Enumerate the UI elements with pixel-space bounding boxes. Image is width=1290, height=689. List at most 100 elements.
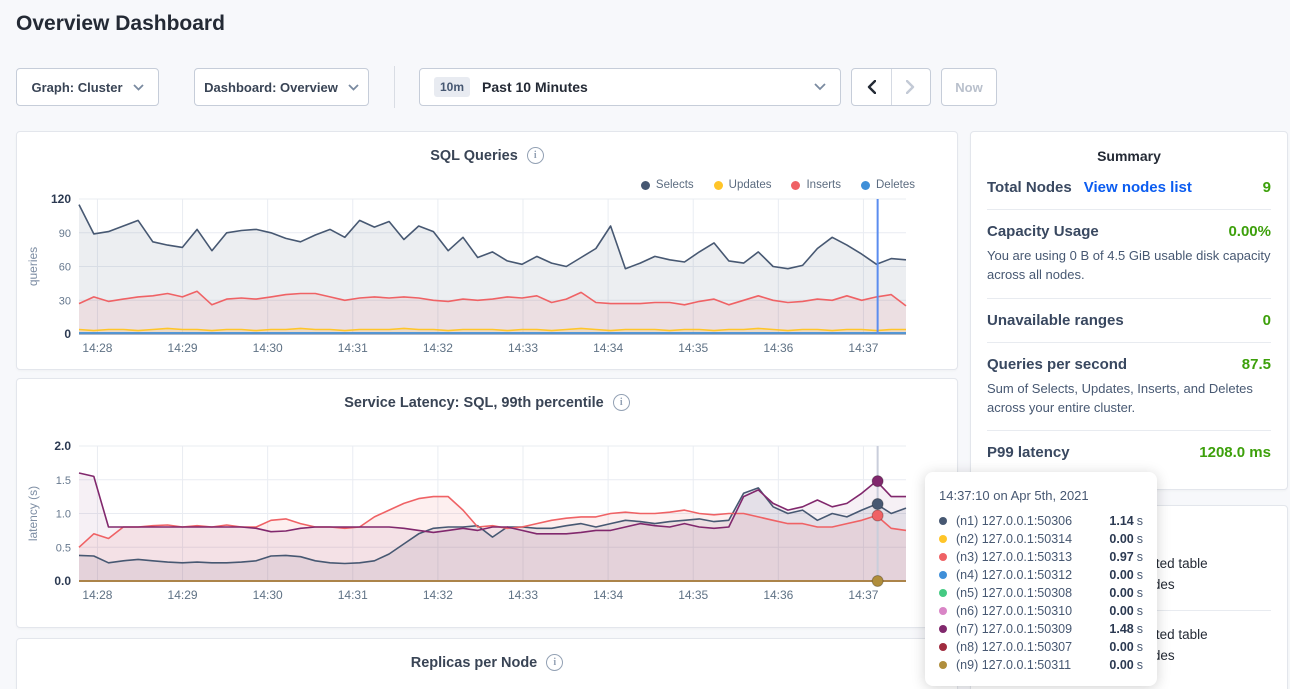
sql-queries-chart[interactable]: 030609012014:2814:2914:3014:3114:3214:33…: [23, 190, 953, 363]
svg-text:14:33: 14:33: [508, 588, 538, 602]
series-dot-icon: [939, 661, 947, 669]
svg-text:14:34: 14:34: [593, 341, 623, 355]
sql-queries-panel: SQL Queries i SelectsUpdatesInsertsDelet…: [16, 131, 958, 370]
tooltip-unit: s: [1137, 640, 1143, 654]
chart-svg: 030609012014:2814:2914:3014:3114:3214:33…: [23, 190, 953, 358]
summary-label: Total Nodes: [987, 179, 1072, 196]
legend-dot-icon: [861, 181, 870, 190]
info-icon[interactable]: i: [527, 147, 544, 164]
summary-panel: Summary Total Nodes View nodes list 9 Capac…: [970, 131, 1288, 490]
tooltip-unit: s: [1137, 586, 1143, 600]
summary-label: P99 latency: [987, 444, 1070, 461]
graph-dropdown[interactable]: Graph: Cluster: [16, 68, 159, 106]
service-latency-chart[interactable]: 0.00.51.01.52.014:2814:2914:3014:3114:32…: [23, 437, 953, 610]
tooltip-value: 0.97: [1109, 550, 1133, 564]
chart-title-row: Replicas per Node i: [17, 654, 957, 671]
tooltip-value: 0.00: [1109, 640, 1133, 654]
tooltip-unit: s: [1137, 550, 1143, 564]
summary-row: Capacity Usage 0.00% You are using 0 B of …: [987, 210, 1271, 299]
series-dot-icon: [939, 607, 947, 615]
series-dot-icon: [939, 553, 947, 561]
svg-text:14:31: 14:31: [338, 341, 368, 355]
service-latency-title: Service Latency: SQL, 99th percentile: [344, 395, 604, 411]
summary-value: 0: [1263, 312, 1271, 329]
tooltip-value: 1.14: [1109, 514, 1133, 528]
time-back-button[interactable]: [852, 69, 892, 105]
chevron-left-icon: [867, 80, 876, 94]
svg-text:0.0: 0.0: [54, 574, 71, 588]
summary-row: Total Nodes View nodes list 9: [987, 166, 1271, 210]
info-icon[interactable]: i: [613, 394, 630, 411]
svg-text:14:36: 14:36: [763, 588, 793, 602]
series-dot-icon: [939, 625, 947, 633]
now-button-label: Now: [955, 80, 982, 95]
chart-svg: 0.00.51.01.52.014:2814:2914:3014:3114:32…: [23, 437, 953, 605]
tooltip-node-label: (n2) 127.0.0.1:50314: [956, 532, 1109, 546]
info-icon[interactable]: i: [546, 654, 563, 671]
summary-value: 9: [1263, 179, 1271, 196]
dashboard-dropdown[interactable]: Dashboard: Overview: [194, 68, 369, 106]
chevron-down-icon: [814, 83, 826, 91]
svg-text:latency (s): latency (s): [26, 486, 40, 541]
tooltip-row: (n5) 127.0.0.1:503080.00s: [939, 584, 1143, 602]
svg-text:queries: queries: [26, 247, 40, 286]
svg-text:90: 90: [59, 228, 71, 240]
svg-text:14:36: 14:36: [763, 341, 793, 355]
tooltip-node-label: (n6) 127.0.0.1:50310: [956, 604, 1109, 618]
summary-label: Unavailable ranges: [987, 312, 1124, 329]
summary-value: 0.00%: [1228, 223, 1271, 240]
replicas-per-node-title: Replicas per Node: [411, 655, 538, 671]
series-dot-icon: [939, 643, 947, 651]
now-button[interactable]: Now: [941, 68, 997, 106]
svg-text:2.0: 2.0: [54, 439, 71, 453]
svg-text:1.5: 1.5: [56, 475, 71, 487]
time-forward-button[interactable]: [892, 69, 930, 105]
tooltip-value: 0.00: [1109, 604, 1133, 618]
tooltip-row: (n8) 127.0.0.1:503070.00 s: [939, 638, 1143, 656]
tooltip-row: (n4) 127.0.0.1:503120.00s: [939, 566, 1143, 584]
dashboard-dropdown-label: Dashboard: Overview: [204, 80, 338, 95]
tooltip-row: (n7) 127.0.0.1:503091.48s: [939, 620, 1143, 638]
svg-text:30: 30: [59, 295, 71, 307]
legend-dot-icon: [714, 181, 723, 190]
tooltip-unit: s: [1137, 532, 1143, 546]
summary-description: Sum of Selects, Updates, Inserts, and De…: [987, 380, 1271, 418]
svg-text:14:35: 14:35: [678, 341, 708, 355]
summary-value: 1208.0 ms: [1199, 444, 1271, 461]
view-nodes-list-link[interactable]: View nodes list: [1084, 179, 1192, 196]
svg-text:14:32: 14:32: [423, 588, 453, 602]
chevron-right-icon: [906, 80, 915, 94]
summary-description: You are using 0 B of 4.5 GiB usable disk…: [987, 247, 1271, 285]
tooltip-node-label: (n4) 127.0.0.1:50312: [956, 568, 1109, 582]
summary-heading: Summary: [987, 148, 1271, 164]
chart-title-row: SQL Queries i: [17, 147, 957, 164]
time-nav-group: [851, 68, 931, 106]
tooltip-node-label: (n9) 127.0.0.1:50311: [956, 658, 1109, 672]
summary-label: Queries per second: [987, 356, 1127, 373]
svg-text:120: 120: [51, 192, 71, 206]
tooltip-value: 0.00: [1109, 532, 1133, 546]
tooltip-value: 0.00: [1109, 568, 1133, 582]
svg-text:14:30: 14:30: [253, 341, 283, 355]
tooltip-unit: s: [1137, 514, 1143, 528]
summary-label: Capacity Usage: [987, 223, 1099, 240]
svg-text:14:31: 14:31: [338, 588, 368, 602]
tooltip-node-label: (n1) 127.0.0.1:50306: [956, 514, 1109, 528]
tooltip-value: 0.00: [1109, 658, 1133, 672]
svg-text:14:37: 14:37: [848, 341, 878, 355]
service-latency-panel: Service Latency: SQL, 99th percentile i …: [16, 378, 958, 628]
sql-queries-title: SQL Queries: [430, 148, 518, 164]
tooltip-node-label: (n7) 127.0.0.1:50309: [956, 622, 1109, 636]
chevron-down-icon: [348, 84, 359, 91]
summary-row: Queries per second87.5Sum of Selects, Up…: [987, 343, 1271, 432]
svg-text:14:30: 14:30: [253, 588, 283, 602]
tooltip-unit: s: [1137, 604, 1143, 618]
svg-text:14:32: 14:32: [423, 341, 453, 355]
summary-rows: Total Nodes View nodes list 9 Capacity Usag…: [987, 166, 1271, 474]
time-window-dropdown[interactable]: 10m Past 10 Minutes: [419, 68, 841, 106]
series-dot-icon: [939, 517, 947, 525]
tooltip-node-label: (n8) 127.0.0.1:50307: [956, 640, 1109, 654]
svg-text:14:34: 14:34: [593, 588, 623, 602]
svg-text:1.0: 1.0: [56, 509, 71, 521]
controls-divider: [394, 66, 395, 108]
